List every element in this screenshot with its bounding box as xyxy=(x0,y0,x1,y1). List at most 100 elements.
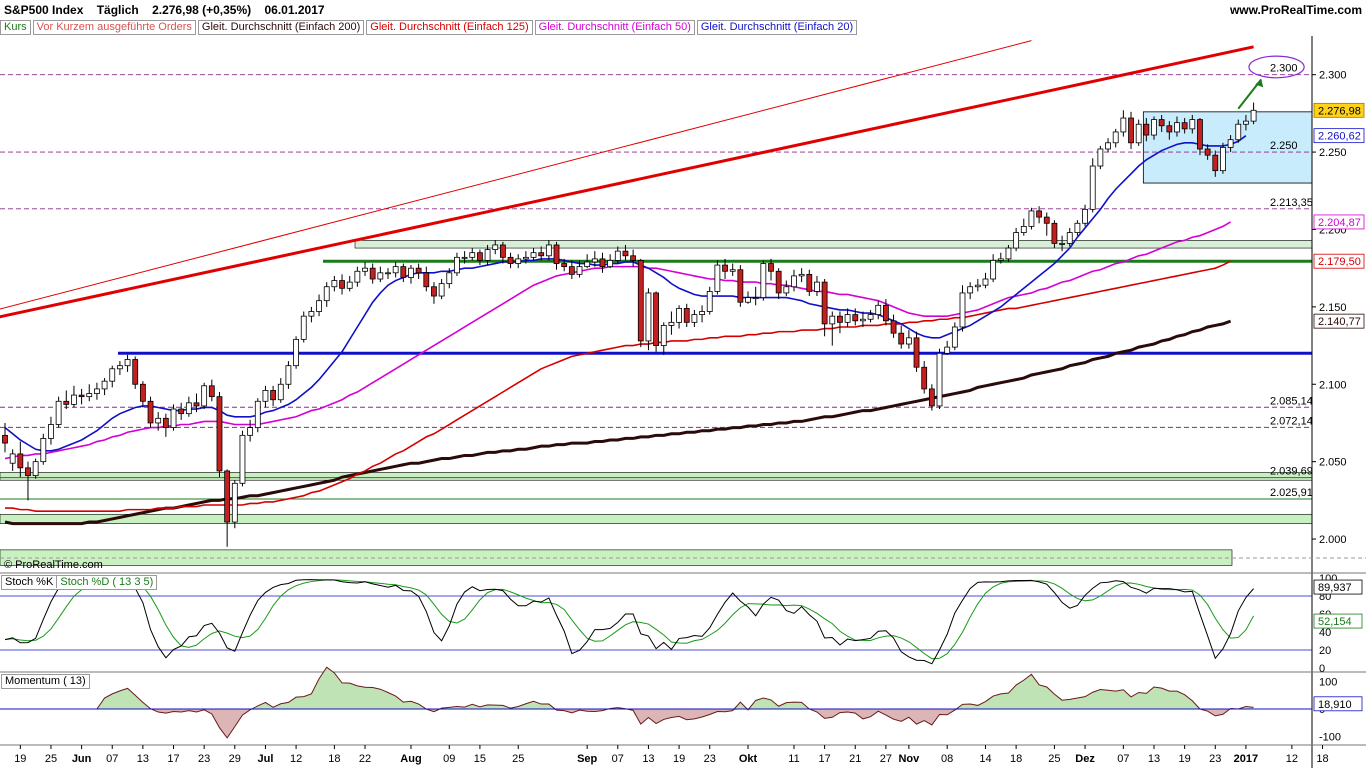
candle-body xyxy=(1020,225,1027,233)
legend-item-orders[interactable]: Vor Kurzem ausgeführte Orders xyxy=(32,20,196,35)
candle-body xyxy=(844,314,851,323)
candle-body xyxy=(323,286,330,302)
x-tick-label: Okt xyxy=(739,753,758,765)
candle-body xyxy=(691,314,698,323)
level-label: 2.039,69 xyxy=(1270,466,1313,478)
x-tick-label: 21 xyxy=(849,753,861,765)
candle-body xyxy=(1105,142,1111,150)
candle-body xyxy=(431,286,437,297)
x-tick-label: 12 xyxy=(1286,753,1298,765)
x-tick-label: 19 xyxy=(14,753,26,765)
candle-body xyxy=(25,467,31,476)
chart-canvas: 2.300 2.250 2.213,35 2.085,14 2.072,14 2.039,… xyxy=(0,36,1366,768)
x-tick-label: 19 xyxy=(673,753,685,765)
brand-link[interactable]: www.ProRealTime.com xyxy=(1230,3,1362,17)
price-tag-label: 2.204,87 xyxy=(1318,217,1361,229)
price-tick-label: 2.300 xyxy=(1319,70,1347,82)
candle-body xyxy=(139,383,146,402)
x-tick-label: 18 xyxy=(328,753,340,765)
trend-line xyxy=(0,40,1032,310)
price-tick-label: 2.150 xyxy=(1319,302,1347,314)
x-tick-label: 08 xyxy=(941,753,953,765)
candle-body xyxy=(607,260,614,268)
x-tick-label: 19 xyxy=(1179,753,1191,765)
candle-body xyxy=(936,352,943,407)
candle-body xyxy=(1028,210,1035,227)
stoch-d-label: Stoch %D ( 13 3 5) xyxy=(56,576,154,588)
candle-body xyxy=(270,390,277,401)
candle-body xyxy=(162,417,169,429)
candle-body xyxy=(385,272,391,275)
candle-body xyxy=(1059,243,1065,245)
candle-body xyxy=(683,308,690,323)
price-tick-label: 2.100 xyxy=(1319,379,1347,391)
candle-body xyxy=(507,256,514,264)
candle-body xyxy=(967,286,974,294)
candle-body xyxy=(760,263,767,298)
momentum-legend: Momentum ( 13) xyxy=(1,674,90,689)
symbol-name: S&P500 Index xyxy=(4,3,84,17)
candle-body xyxy=(990,260,997,280)
candle-body xyxy=(1112,131,1119,144)
candle-body xyxy=(101,380,108,390)
candle-body xyxy=(722,264,728,272)
stoch-tick-label: 40 xyxy=(1319,627,1331,639)
legend-item-kurs[interactable]: Kurs xyxy=(0,20,31,35)
legend-item-ma20[interactable]: Gleit. Durchschnitt (Einfach 20) xyxy=(696,20,858,35)
candle-body xyxy=(1051,222,1058,244)
candle-body xyxy=(622,250,629,257)
candle-body xyxy=(852,314,859,322)
legend-item-ma200[interactable]: Gleit. Durchschnitt (Einfach 200) xyxy=(197,20,365,35)
candle-body xyxy=(1135,123,1142,144)
momentum-tick-label: 100 xyxy=(1319,677,1337,689)
candle-body xyxy=(1097,148,1104,167)
candle-body xyxy=(392,266,399,274)
x-tick-label: 15 xyxy=(474,753,486,765)
candle-body xyxy=(614,250,621,261)
candle-body xyxy=(132,359,139,385)
candle-body xyxy=(791,275,797,288)
candle-body xyxy=(951,326,958,348)
candle-body xyxy=(867,314,874,320)
candle-body xyxy=(1250,109,1257,122)
candle-body xyxy=(285,365,292,385)
x-tick-label: 12 xyxy=(290,753,302,765)
candle-body xyxy=(415,267,422,274)
candle-body xyxy=(109,368,116,382)
candle-body xyxy=(1013,232,1020,249)
x-tick-label: 09 xyxy=(443,753,455,765)
candle-body xyxy=(530,252,537,258)
candle-body xyxy=(1197,119,1203,150)
support-zone xyxy=(0,472,1312,481)
candle-body xyxy=(492,244,499,251)
candle-body xyxy=(837,315,843,323)
candle-body xyxy=(561,263,568,268)
legend-item-ma50[interactable]: Gleit. Durchschnitt (Einfach 50) xyxy=(534,20,695,35)
candle-body xyxy=(1166,125,1173,133)
candle-body xyxy=(454,256,460,274)
x-tick-label: Nov xyxy=(898,753,920,765)
candle-body xyxy=(637,260,644,342)
period-label: Täglich xyxy=(96,3,139,17)
x-tick-label: Jul xyxy=(257,753,273,765)
candle-body xyxy=(829,315,836,325)
candle-body xyxy=(477,252,483,261)
candle-body xyxy=(208,385,215,398)
candle-body xyxy=(94,388,100,394)
candle-body xyxy=(300,315,307,340)
candle-body xyxy=(1235,123,1242,141)
level-label: 2.072,14 xyxy=(1270,415,1313,427)
candle-body xyxy=(599,258,606,268)
support-zone xyxy=(354,240,1312,249)
stoch-tag-label: 52,154 xyxy=(1318,616,1352,628)
candle-body xyxy=(1243,120,1249,125)
legend-item-ma125[interactable]: Gleit. Durchschnitt (Einfach 125) xyxy=(366,20,533,35)
price-tag-label: 2.276,98 xyxy=(1318,105,1361,117)
candle-body xyxy=(974,284,981,288)
candle-body xyxy=(997,258,1004,261)
candle-body xyxy=(959,292,966,328)
candle-body xyxy=(63,400,70,405)
candle-body xyxy=(2,434,8,444)
candle-body xyxy=(883,304,889,322)
level-label: 2.250 xyxy=(1270,140,1298,152)
